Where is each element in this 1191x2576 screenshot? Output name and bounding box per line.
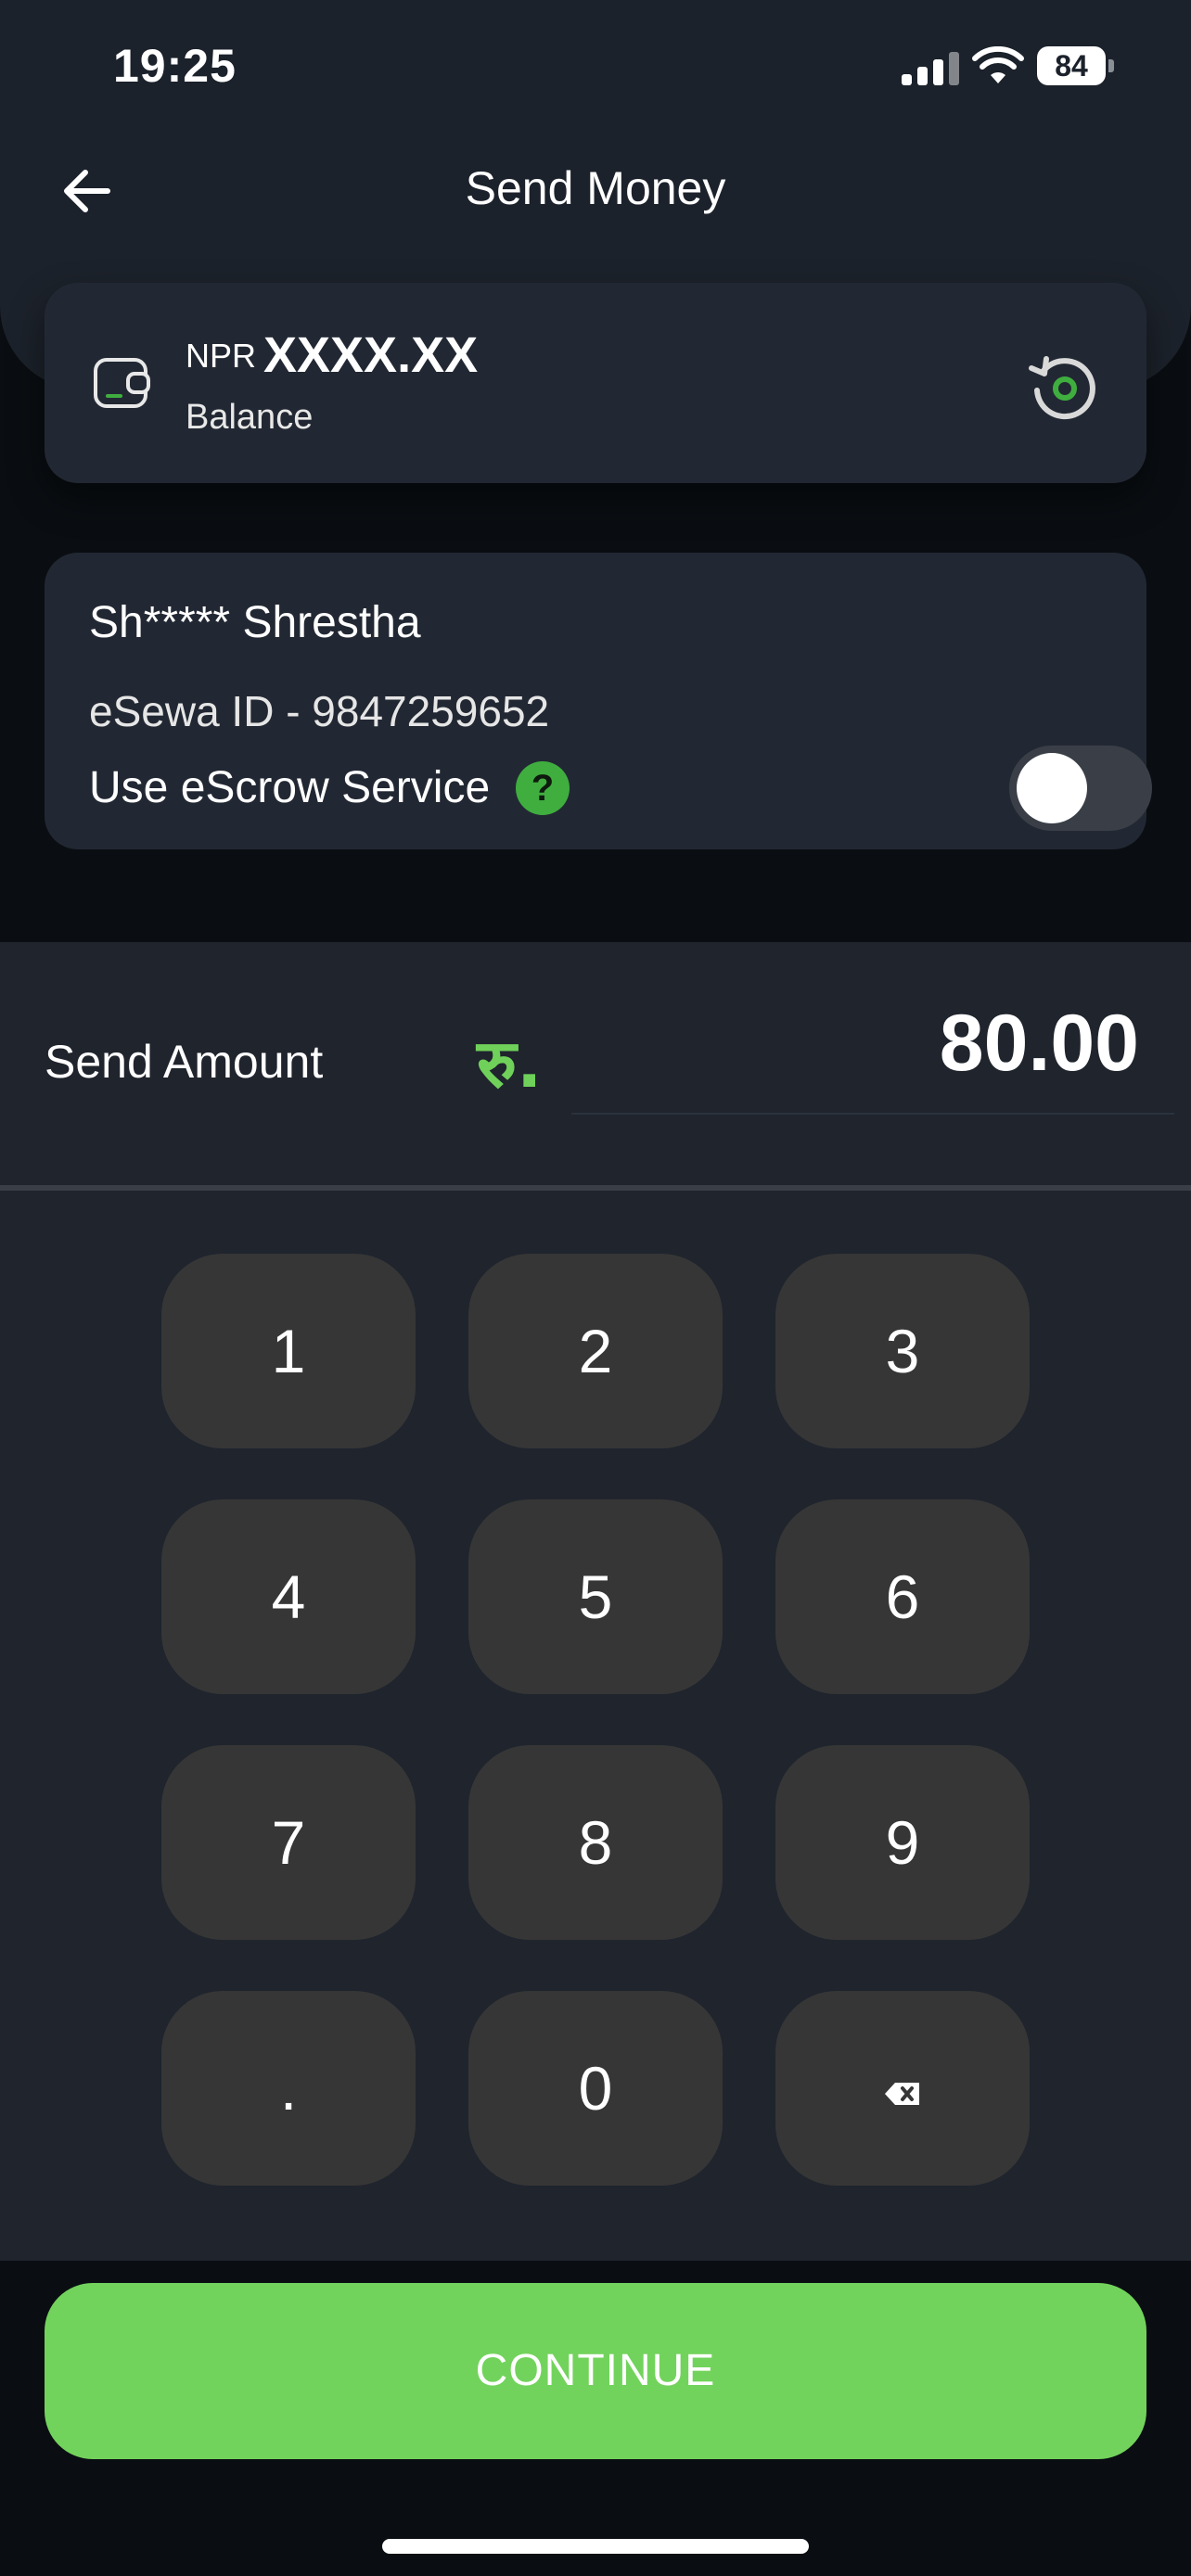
balance-currency: NPR bbox=[186, 337, 257, 375]
escrow-label: Use eScrow Service bbox=[89, 763, 491, 812]
key-2[interactable]: 2 bbox=[468, 1254, 723, 1448]
amount-section: Send Amount रु. 80.00 bbox=[0, 942, 1191, 1185]
battery-level: 84 bbox=[1037, 46, 1106, 85]
amount-input-underline bbox=[571, 1113, 1174, 1115]
rupee-symbol: रु. bbox=[477, 1025, 543, 1103]
key-7[interactable]: 7 bbox=[161, 1745, 416, 1940]
continue-button[interactable]: CONTINUE bbox=[45, 2283, 1146, 2459]
key-backspace[interactable] bbox=[775, 1991, 1030, 2186]
key-4[interactable]: 4 bbox=[161, 1499, 416, 1694]
key-1[interactable]: 1 bbox=[161, 1254, 416, 1448]
amount-input[interactable]: 80.00 bbox=[940, 998, 1139, 1090]
key-5[interactable]: 5 bbox=[468, 1499, 723, 1694]
balance-value: XXXX.XX bbox=[263, 327, 479, 383]
wallet-icon bbox=[94, 358, 150, 408]
key-6[interactable]: 6 bbox=[775, 1499, 1030, 1694]
toggle-knob bbox=[1017, 753, 1087, 823]
navigation-bar: Send Money bbox=[0, 148, 1191, 232]
status-bar: 19:25 84 bbox=[0, 0, 1191, 139]
key-9[interactable]: 9 bbox=[775, 1745, 1030, 1940]
refresh-balance-icon[interactable] bbox=[1026, 350, 1100, 424]
status-time: 19:25 bbox=[113, 40, 237, 92]
wifi-icon bbox=[972, 46, 1024, 83]
key-8[interactable]: 8 bbox=[468, 1745, 723, 1940]
backspace-icon bbox=[885, 2082, 919, 2105]
battery-icon: 84 bbox=[1037, 46, 1114, 85]
escrow-help-icon[interactable]: ? bbox=[516, 761, 570, 815]
recipient-esewa-id: eSewa ID - 9847259652 bbox=[89, 687, 550, 735]
cellular-signal-icon bbox=[902, 52, 961, 85]
key-0[interactable]: 0 bbox=[468, 1991, 723, 2186]
home-indicator bbox=[382, 2539, 809, 2554]
page-title: Send Money bbox=[465, 162, 726, 214]
send-amount-label: Send Amount bbox=[45, 1036, 324, 1088]
balance-label: Balance bbox=[186, 398, 314, 437]
escrow-toggle[interactable] bbox=[1009, 746, 1152, 831]
key-3[interactable]: 3 bbox=[775, 1254, 1030, 1448]
balance-card: NPR XXXX.XX Balance bbox=[45, 283, 1146, 483]
recipient-card: Sh***** Shrestha eSewa ID - 9847259652 U… bbox=[45, 553, 1152, 849]
recipient-name: Sh***** Shrestha bbox=[89, 598, 421, 647]
key-decimal[interactable]: . bbox=[161, 1991, 416, 2186]
